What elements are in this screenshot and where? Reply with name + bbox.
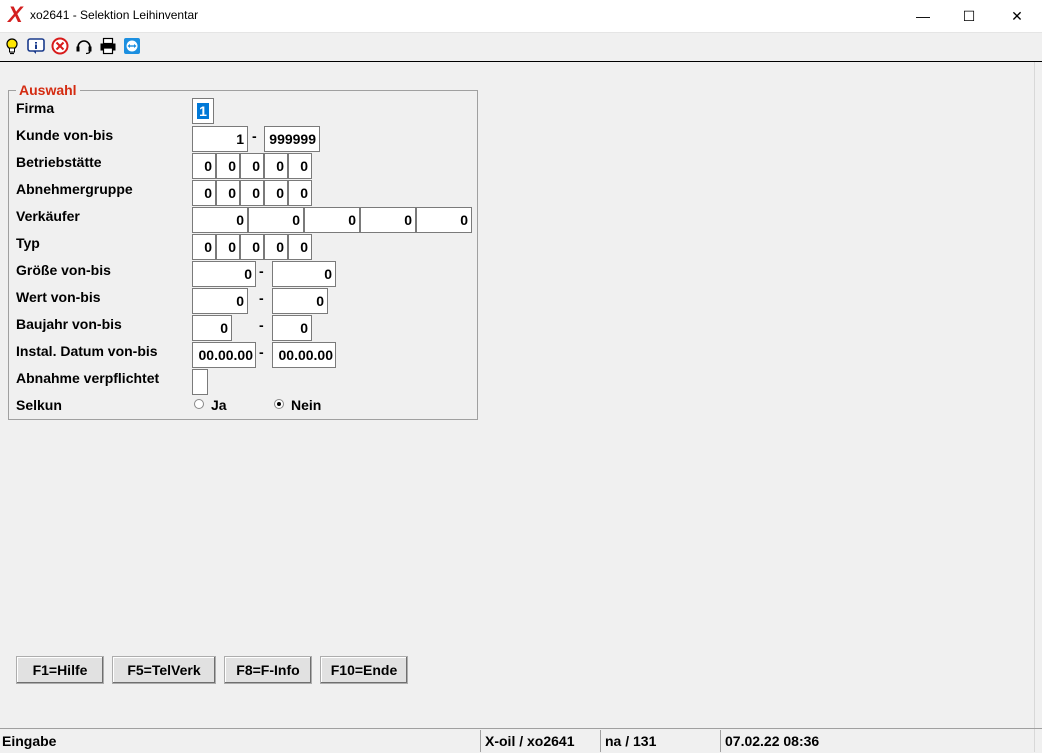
- f1-help-button[interactable]: F1=Hilfe: [16, 656, 104, 684]
- groupbox-title: Auswahl: [16, 82, 80, 98]
- status-datetime: 07.02.22 08:36: [720, 730, 1042, 752]
- instal-datum-to-input[interactable]: 00.00.00: [272, 342, 336, 368]
- info-icon[interactable]: [27, 37, 45, 55]
- typ-input-1[interactable]: 0: [192, 234, 216, 260]
- typ-label: Typ: [16, 235, 40, 251]
- instal-datum-label: Instal. Datum von-bis: [16, 343, 158, 359]
- groesse-from-input[interactable]: 0: [192, 261, 256, 287]
- baujahr-label: Baujahr von-bis: [16, 316, 122, 332]
- groesse-dash: -: [259, 263, 264, 279]
- printer-icon[interactable]: [99, 37, 117, 55]
- f10-ende-button[interactable]: F10=Ende: [320, 656, 408, 684]
- verkaeufer-input-5[interactable]: 0: [416, 207, 472, 233]
- verkaeufer-label: Verkäufer: [16, 208, 80, 224]
- abnahme-verpflichtet-input[interactable]: [192, 369, 208, 395]
- f8-finfo-button[interactable]: F8=F-Info: [224, 656, 312, 684]
- abnehmergruppe-label: Abnehmergruppe: [16, 181, 133, 197]
- toolbar: [0, 33, 1042, 62]
- lightbulb-icon[interactable]: [3, 37, 21, 55]
- panel-divider: [1034, 62, 1035, 752]
- headset-icon[interactable]: [75, 37, 93, 55]
- betriebstaette-input-1[interactable]: 0: [192, 153, 216, 179]
- betriebstaette-input-5[interactable]: 0: [288, 153, 312, 179]
- abnehmergruppe-input-5[interactable]: 0: [288, 180, 312, 206]
- typ-input-4[interactable]: 0: [264, 234, 288, 260]
- verkaeufer-input-2[interactable]: 0: [248, 207, 304, 233]
- minimize-button[interactable]: —: [900, 0, 946, 32]
- typ-input-5[interactable]: 0: [288, 234, 312, 260]
- baujahr-to-input[interactable]: 0: [272, 315, 312, 341]
- kunde-from-input[interactable]: 1: [192, 126, 248, 152]
- kunde-to-input[interactable]: 999999: [264, 126, 320, 152]
- betriebstaette-label: Betriebstätte: [16, 154, 102, 170]
- f5-telverk-button[interactable]: F5=TelVerk: [112, 656, 216, 684]
- abnehmergruppe-input-1[interactable]: 0: [192, 180, 216, 206]
- wert-from-input[interactable]: 0: [192, 288, 248, 314]
- instal-datum-from-input[interactable]: 00.00.00: [192, 342, 256, 368]
- window-title: xo2641 - Selektion Leihinventar: [30, 8, 199, 22]
- abnehmergruppe-input-3[interactable]: 0: [240, 180, 264, 206]
- groesse-label: Größe von-bis: [16, 262, 111, 278]
- selkun-nein-label: Nein: [291, 397, 322, 413]
- status-app: X-oil / xo2641: [480, 730, 600, 752]
- wert-to-input[interactable]: 0: [272, 288, 328, 314]
- firma-value: 1: [197, 103, 209, 119]
- selkun-nein-radio[interactable]: [274, 399, 284, 409]
- wert-dash: -: [259, 290, 264, 306]
- instal-datum-dash: -: [259, 344, 264, 360]
- verkaeufer-input-4[interactable]: 0: [360, 207, 416, 233]
- verkaeufer-input-3[interactable]: 0: [304, 207, 360, 233]
- stop-icon[interactable]: [51, 37, 69, 55]
- abnehmergruppe-input-4[interactable]: 0: [264, 180, 288, 206]
- maximize-button[interactable]: ☐: [946, 0, 992, 32]
- close-button[interactable]: ✕: [994, 0, 1040, 32]
- typ-input-3[interactable]: 0: [240, 234, 264, 260]
- baujahr-from-input[interactable]: 0: [192, 315, 232, 341]
- betriebstaette-input-4[interactable]: 0: [264, 153, 288, 179]
- selkun-label: Selkun: [16, 397, 62, 413]
- status-bar: Eingabe X-oil / xo2641 na / 131 07.02.22…: [0, 728, 1042, 753]
- app-logo-icon: X: [8, 2, 23, 27]
- firma-input[interactable]: 1: [192, 98, 214, 124]
- abnehmergruppe-input-2[interactable]: 0: [216, 180, 240, 206]
- typ-input-2[interactable]: 0: [216, 234, 240, 260]
- teamviewer-icon[interactable]: [123, 37, 141, 55]
- kunde-dash: -: [252, 128, 257, 144]
- title-bar: X xo2641 - Selektion Leihinventar — ☐ ✕: [0, 0, 1042, 33]
- betriebstaette-input-3[interactable]: 0: [240, 153, 264, 179]
- selkun-ja-radio[interactable]: [194, 399, 204, 409]
- betriebstaette-input-2[interactable]: 0: [216, 153, 240, 179]
- firma-label: Firma: [16, 100, 55, 116]
- abnahme-verpflichtet-label: Abnahme verpflichtet: [16, 370, 160, 386]
- status-mode: Eingabe: [2, 733, 57, 749]
- groesse-to-input[interactable]: 0: [272, 261, 336, 287]
- verkaeufer-input-1[interactable]: 0: [192, 207, 248, 233]
- kunde-label: Kunde von-bis: [16, 127, 114, 143]
- status-user: na / 131: [600, 730, 720, 752]
- baujahr-dash: -: [259, 317, 264, 333]
- wert-label: Wert von-bis: [16, 289, 101, 305]
- selkun-ja-label: Ja: [211, 397, 227, 413]
